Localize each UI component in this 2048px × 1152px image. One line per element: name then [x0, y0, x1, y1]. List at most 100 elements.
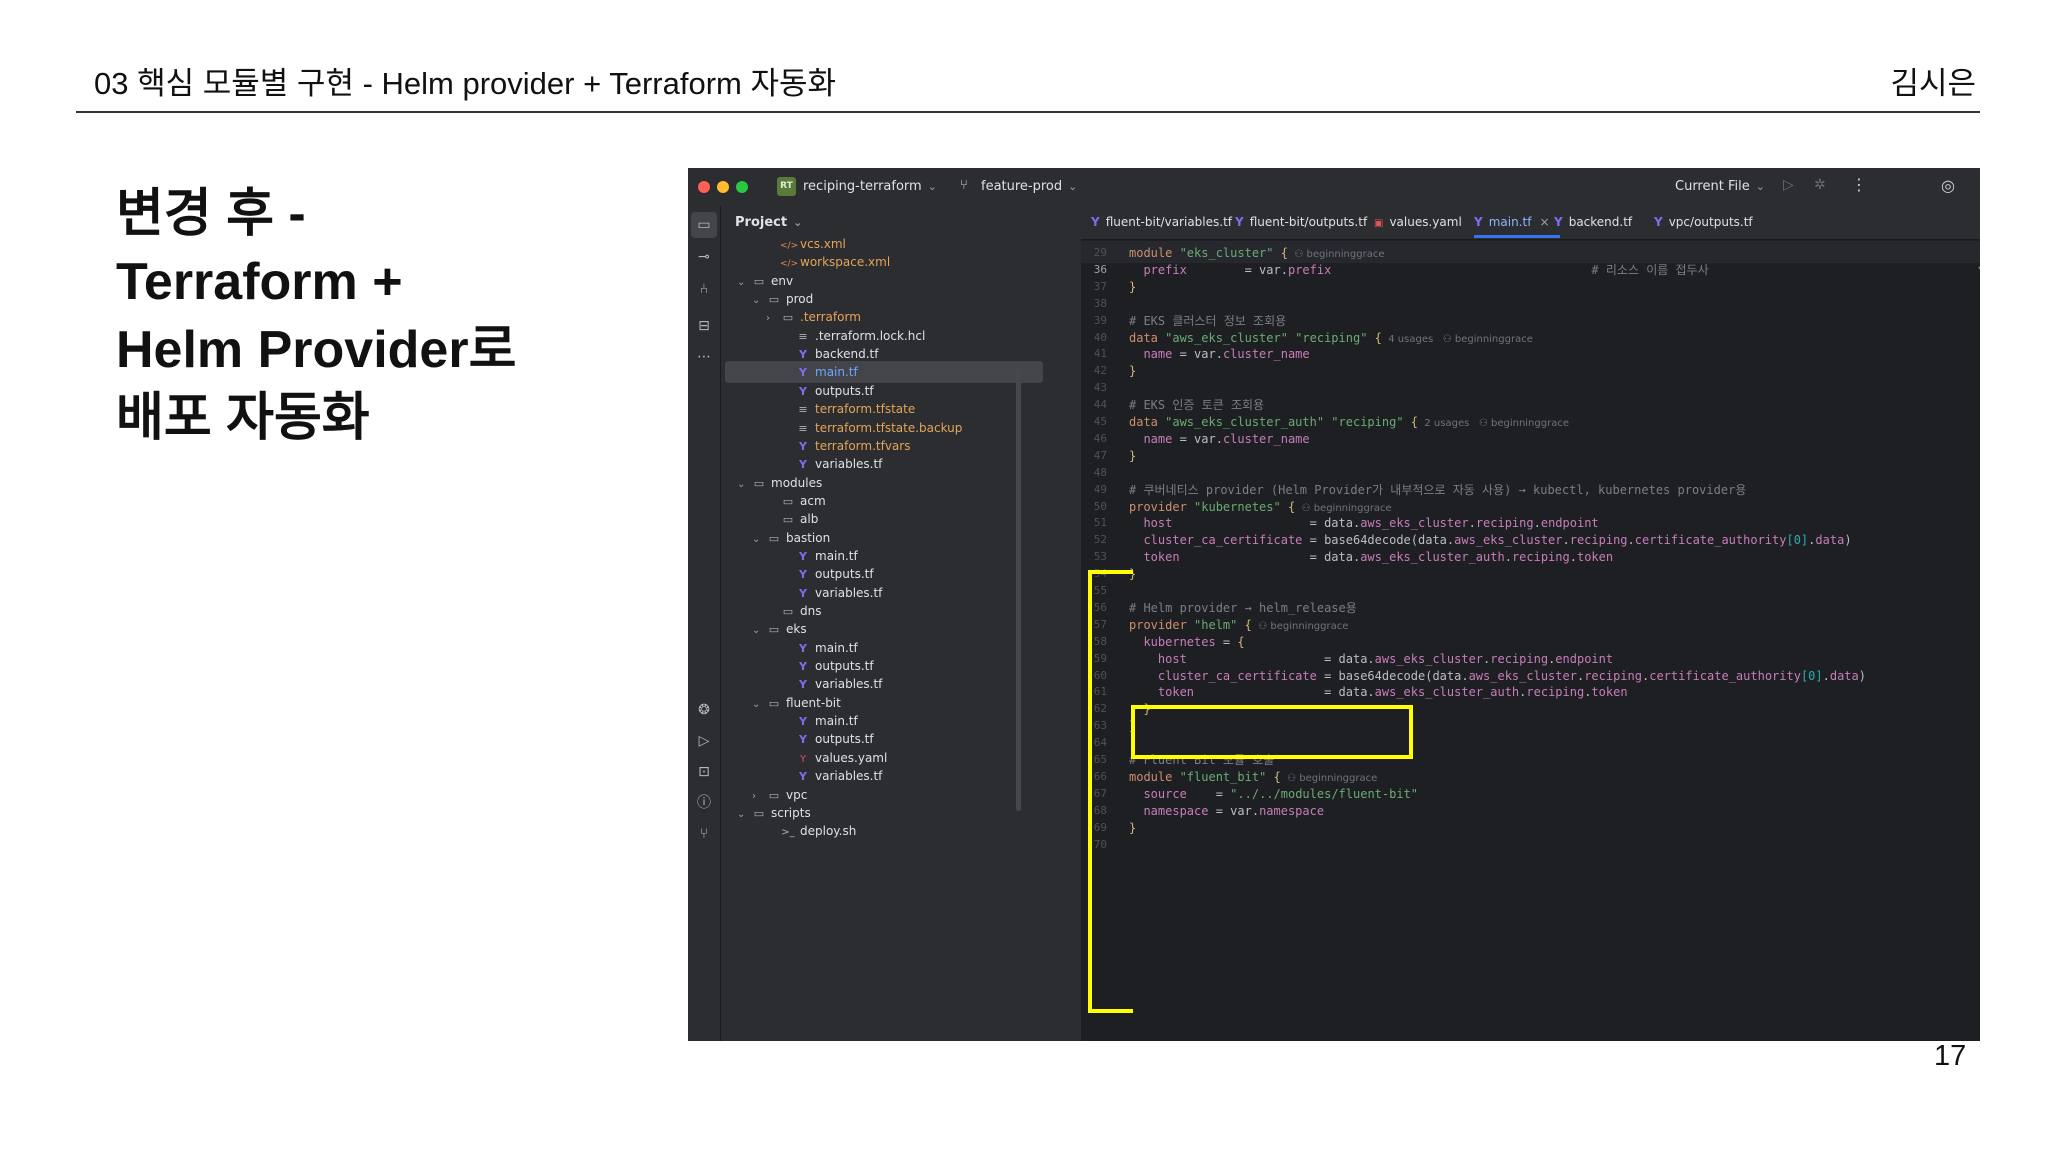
- code-line[interactable]: prefix = var.prefix # 리소스 이름 접두사: [1129, 259, 1708, 281]
- close-window-button[interactable]: [698, 181, 710, 193]
- code-token: token: [1143, 550, 1180, 565]
- chevron-down-icon[interactable]: ⌄: [752, 694, 766, 716]
- line-number: 41: [1093, 347, 1107, 361]
- chevron-down-icon[interactable]: ⌄: [737, 804, 751, 826]
- code-line[interactable]: name = var.cluster_name: [1129, 428, 1309, 450]
- chevron-down-icon[interactable]: ⌄: [752, 529, 766, 551]
- code-token: {: [1374, 330, 1382, 345]
- line-number: 46: [1093, 431, 1107, 445]
- code-line[interactable]: namespace = var.namespace: [1129, 800, 1324, 822]
- line-number: 67: [1093, 786, 1107, 800]
- code-token: data: [1129, 415, 1166, 429]
- heading-line: Terraform +: [116, 253, 403, 311]
- line-number: 51: [1093, 516, 1107, 530]
- problems-icon[interactable]: ⓘ: [691, 790, 717, 816]
- code-token: token: [1591, 685, 1628, 700]
- terraform-file-icon: Y: [1091, 215, 1100, 229]
- chevron-down-icon[interactable]: ⌄: [752, 290, 766, 312]
- run-icon[interactable]: ▷: [691, 728, 717, 754]
- tool-window-strip: ▭ ⊸ ⑃ ⊟ ⋯ ❂ ▷ ⊡ ⓘ ⑂: [688, 206, 721, 1041]
- project-tree-item[interactable]: >_ deploy.sh: [766, 820, 856, 842]
- editor-tab[interactable]: Ymain.tf ×: [1474, 215, 1550, 229]
- tree-item-label: backend.tf: [815, 347, 879, 362]
- highlight-bracket: [1088, 570, 1092, 1013]
- code-line[interactable]: token = data.aws_eks_cluster_auth.recipi…: [1129, 681, 1628, 703]
- line-number: 36: [1093, 262, 1107, 276]
- line-number: 48: [1093, 465, 1107, 479]
- code-token: {: [1410, 415, 1419, 429]
- project-tree-item[interactable]: Ymain.tf: [725, 361, 1043, 384]
- debug-icon[interactable]: ✲: [1814, 177, 1826, 193]
- code-line[interactable]: name = var.cluster_name: [1129, 343, 1309, 365]
- line-number: 62: [1093, 702, 1107, 716]
- chevron-down-icon[interactable]: ⌄: [737, 474, 751, 496]
- ide-window: RT reciping-terraform ⌄ ⑂ feature-prod ⌄ C…: [688, 168, 1980, 1041]
- code-line[interactable]: }: [1129, 276, 1136, 298]
- code-token: =: [1215, 634, 1238, 649]
- code-token: reciping: [1511, 550, 1570, 565]
- code-token: "helm": [1194, 617, 1238, 632]
- code-line[interactable]: }: [1129, 360, 1136, 382]
- code-token: token: [1157, 685, 1195, 700]
- code-token: ): [1844, 533, 1852, 548]
- code-line[interactable]: }: [1129, 817, 1136, 839]
- tree-item-label: vpc: [786, 787, 808, 802]
- project-badge[interactable]: RT: [777, 177, 796, 196]
- tree-item-label: variables.tf: [815, 585, 883, 600]
- tree-item-label: deploy.sh: [800, 824, 857, 839]
- tree-item-label: outputs.tf: [815, 567, 874, 582]
- chevron-down-icon[interactable]: ⌄: [737, 272, 751, 294]
- editor-tab[interactable]: Yfluent-bit/variables.tf: [1091, 215, 1232, 229]
- code-token: provider: [1129, 499, 1195, 514]
- code-token: }: [1129, 448, 1137, 463]
- code-token: }: [1129, 364, 1137, 379]
- more-icon[interactable]: ⋮: [1851, 175, 1867, 194]
- terraform-file-icon: Y: [1554, 215, 1563, 229]
- ai-assistant-icon[interactable]: ◎: [1941, 176, 1955, 195]
- plugins-icon[interactable]: ❂: [691, 697, 717, 723]
- branch-name: feature-prod: [981, 179, 1063, 194]
- project-switcher[interactable]: reciping-terraform ⌄: [803, 179, 937, 194]
- pull-request-icon[interactable]: ⑃: [691, 276, 717, 302]
- maximize-window-button[interactable]: [736, 181, 748, 193]
- code-token: cluster_ca_certificate: [1143, 533, 1303, 548]
- code-token: reciping: [1490, 651, 1549, 666]
- code-token: = var.: [1186, 262, 1288, 277]
- code-line[interactable]: token = data.aws_eks_cluster_auth.recipi…: [1129, 546, 1613, 568]
- branch-switcher[interactable]: feature-prod ⌄: [981, 179, 1077, 194]
- tab-label: vpc/outputs.tf: [1668, 215, 1753, 229]
- editor-tab[interactable]: Yvpc/outputs.tf: [1654, 215, 1753, 229]
- code-token: # EKS 인증 토큰 조회용: [1129, 398, 1265, 413]
- editor-tab[interactable]: ▣ values.yaml: [1374, 215, 1462, 229]
- run-config-selector[interactable]: Current File ⌄: [1675, 179, 1765, 194]
- structure-icon[interactable]: ⊟: [691, 313, 717, 339]
- code-token: aws_eks_cluster_auth: [1360, 550, 1505, 565]
- chevron-down-icon[interactable]: ⌄: [752, 620, 766, 642]
- more-icon[interactable]: ⋯: [691, 344, 717, 370]
- editor-tab[interactable]: Yfluent-bit/outputs.tf: [1235, 215, 1367, 229]
- git-icon[interactable]: ⑂: [691, 821, 717, 847]
- heading-line: 배포 자동화: [116, 389, 370, 447]
- chevron-right-icon[interactable]: ›: [766, 308, 780, 330]
- tree-item-label: outputs.tf: [815, 383, 874, 398]
- minimize-window-button[interactable]: [717, 181, 729, 193]
- project-scrollbar[interactable]: [1016, 366, 1021, 811]
- code-line[interactable]: }: [1129, 445, 1136, 467]
- line-number: 53: [1093, 550, 1107, 564]
- close-icon[interactable]: ×: [1539, 215, 1549, 229]
- chevron-down-icon: ⌄: [927, 180, 937, 193]
- folder-icon[interactable]: ▭: [691, 212, 717, 238]
- terminal-icon[interactable]: ⊡: [691, 759, 717, 785]
- commit-icon[interactable]: ⊸: [691, 244, 717, 270]
- tab-label: values.yaml: [1389, 215, 1462, 229]
- run-icon[interactable]: ▷: [1783, 177, 1794, 193]
- line-number: 70: [1093, 837, 1107, 851]
- project-panel-title[interactable]: Project ⌄: [735, 215, 802, 230]
- code-token: endpoint: [1555, 651, 1614, 666]
- editor-tab[interactable]: Ybackend.tf: [1554, 215, 1632, 229]
- code-line[interactable]: }: [1129, 563, 1136, 585]
